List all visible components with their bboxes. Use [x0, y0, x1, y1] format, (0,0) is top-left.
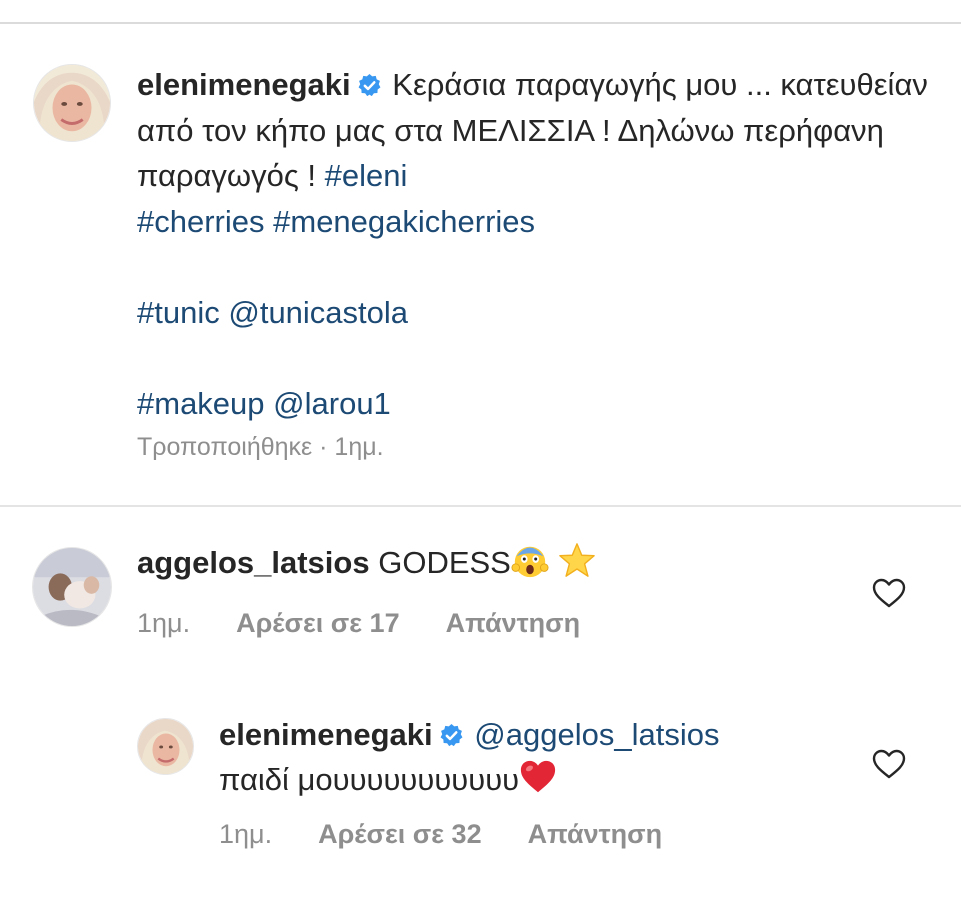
reply-author-avatar[interactable] [137, 718, 194, 775]
comment-1-text: GODESS [378, 545, 511, 580]
top-separator [0, 22, 961, 24]
post-caption: elenimenegaki Κεράσια παραγωγής μου ... … [137, 62, 937, 426]
hashtag-eleni[interactable]: #eleni [325, 158, 408, 193]
verified-badge-icon [357, 73, 382, 98]
reply-comment: elenimenegaki @aggelos_latsios παιδί μου… [219, 712, 859, 802]
hashtag-tunic[interactable]: #tunic [137, 295, 220, 330]
verified-badge-icon [439, 723, 464, 748]
comment-1-likes-button[interactable]: Αρέσει σε 17 [236, 608, 400, 639]
mention-tunicastola[interactable]: @tunicastola [228, 295, 408, 330]
red-heart-emoji-icon [519, 758, 557, 796]
comment-1-reply-button[interactable]: Απάντηση [446, 608, 581, 639]
hashtag-cherries[interactable]: #cherries [137, 204, 265, 239]
comment-1-meta: 1ημ. Αρέσει σε 17 Απάντηση [137, 608, 580, 639]
reply-mention[interactable]: @aggelos_latsios [474, 717, 719, 752]
reply-likes-button[interactable]: Αρέσει σε 32 [318, 819, 482, 850]
reply-time: 1ημ. [219, 819, 273, 849]
mention-larou1[interactable]: @larou1 [273, 386, 391, 421]
reply-text: παιδί μουυυυυυυυυυυ [219, 762, 520, 797]
section-divider [0, 505, 961, 507]
reply-meta: 1ημ. Αρέσει σε 32 Απάντηση [219, 819, 662, 850]
post-author-username[interactable]: elenimenegaki [137, 67, 351, 102]
comment-1-username[interactable]: aggelos_latsios [137, 545, 370, 580]
hashtag-menegakicherries[interactable]: #menegakicherries [273, 204, 535, 239]
star-emoji-icon [558, 541, 596, 579]
hashtag-makeup[interactable]: #makeup [137, 386, 265, 421]
reply-reply-button[interactable]: Απάντηση [528, 819, 663, 850]
commenter-avatar[interactable] [32, 547, 112, 627]
comment-1-like-heart-icon[interactable] [872, 578, 906, 608]
reply-like-heart-icon[interactable] [872, 749, 906, 779]
comment-1-time: 1ημ. [137, 608, 191, 638]
caption-edited-label: Τροποποιήθηκε · 1ημ. [137, 433, 384, 461]
comment-1: aggelos_latsios GODESS [137, 540, 596, 585]
scream-emoji-icon [511, 541, 549, 579]
post-author-avatar[interactable] [33, 64, 111, 142]
reply-username[interactable]: elenimenegaki [219, 717, 433, 752]
